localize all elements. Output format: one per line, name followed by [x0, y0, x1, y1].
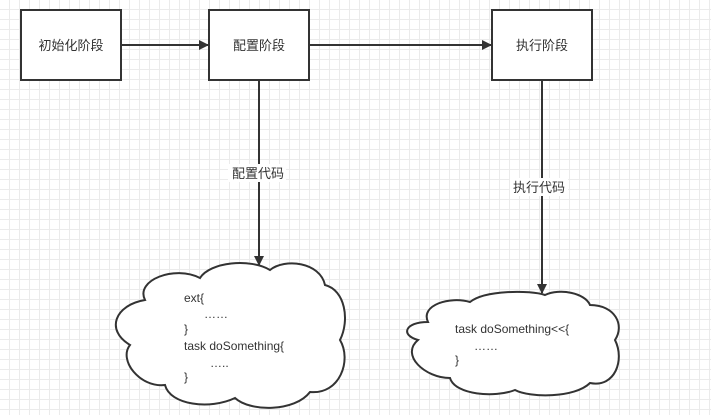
cloud-exec-line: task doSomething<<{: [455, 322, 569, 336]
diagram-canvas: 初始化阶段 配置阶段 执行阶段 配置代码 执行代码 ext{ …… } task…: [20, 9, 620, 409]
cloud-config-line: }: [184, 322, 188, 336]
cloud-exec[interactable]: task doSomething<<{ …… }: [406, 290, 620, 397]
edge-label-config-code: 配置代码: [232, 167, 284, 182]
node-init-label: 初始化阶段: [38, 39, 103, 54]
cloud-config-line: ……: [204, 307, 228, 321]
cloud-config-line: task doSomething{: [184, 339, 284, 353]
node-config-label: 配置阶段: [233, 39, 285, 54]
cloud-exec-line: ……: [474, 339, 498, 353]
cloud-config-line: …..: [210, 356, 229, 370]
edge-label-exec-code: 执行代码: [513, 181, 565, 196]
node-exec[interactable]: 执行阶段: [491, 9, 593, 81]
cloud-config[interactable]: ext{ …… } task doSomething{ ….. }: [114, 262, 346, 409]
cloud-config-line: }: [184, 370, 188, 384]
node-config[interactable]: 配置阶段: [208, 9, 310, 81]
node-exec-label: 执行阶段: [516, 39, 568, 54]
cloud-config-line: ext{: [184, 291, 204, 305]
cloud-exec-line: }: [455, 353, 459, 367]
node-init[interactable]: 初始化阶段: [20, 9, 122, 81]
